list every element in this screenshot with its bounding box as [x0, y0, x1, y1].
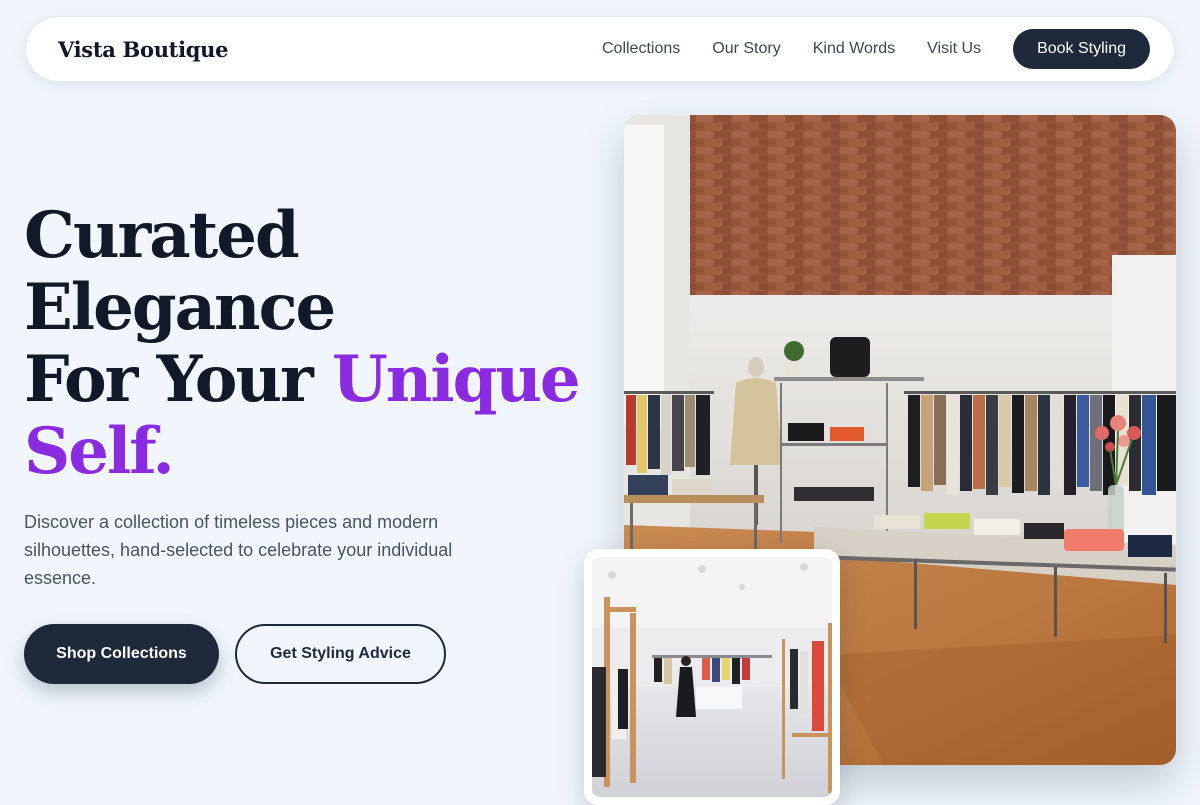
- store-floor-photo-inner: [592, 557, 832, 797]
- hero-title-accent-unique: Unique: [331, 342, 581, 417]
- hero-title-accent-self: Self.: [24, 414, 175, 489]
- top-navbar: Vista Boutique Collections Our Story Kin…: [25, 16, 1175, 82]
- hero-title-line2: Elegance: [24, 270, 336, 345]
- shop-collections-button[interactable]: Shop Collections: [24, 624, 219, 684]
- nav-link-our-story[interactable]: Our Story: [712, 40, 780, 58]
- nav-link-visit-us[interactable]: Visit Us: [927, 40, 981, 58]
- get-styling-advice-button[interactable]: Get Styling Advice: [235, 624, 446, 684]
- book-styling-button[interactable]: Book Styling: [1013, 29, 1150, 69]
- nav-link-kind-words[interactable]: Kind Words: [813, 40, 895, 58]
- nav-link-collections[interactable]: Collections: [602, 40, 680, 58]
- hero-description: Discover a collection of timeless pieces…: [24, 512, 453, 588]
- brand-logo[interactable]: Vista Boutique: [58, 37, 228, 62]
- hero-title-line1: Curated: [24, 198, 300, 273]
- nav-links: Collections Our Story Kind Words Visit U…: [602, 29, 1150, 69]
- hero-title: Curated Elegance For Your Unique Self.: [24, 200, 604, 488]
- store-floor-photo: [584, 549, 840, 805]
- hero-title-line3: For Your: [24, 342, 332, 417]
